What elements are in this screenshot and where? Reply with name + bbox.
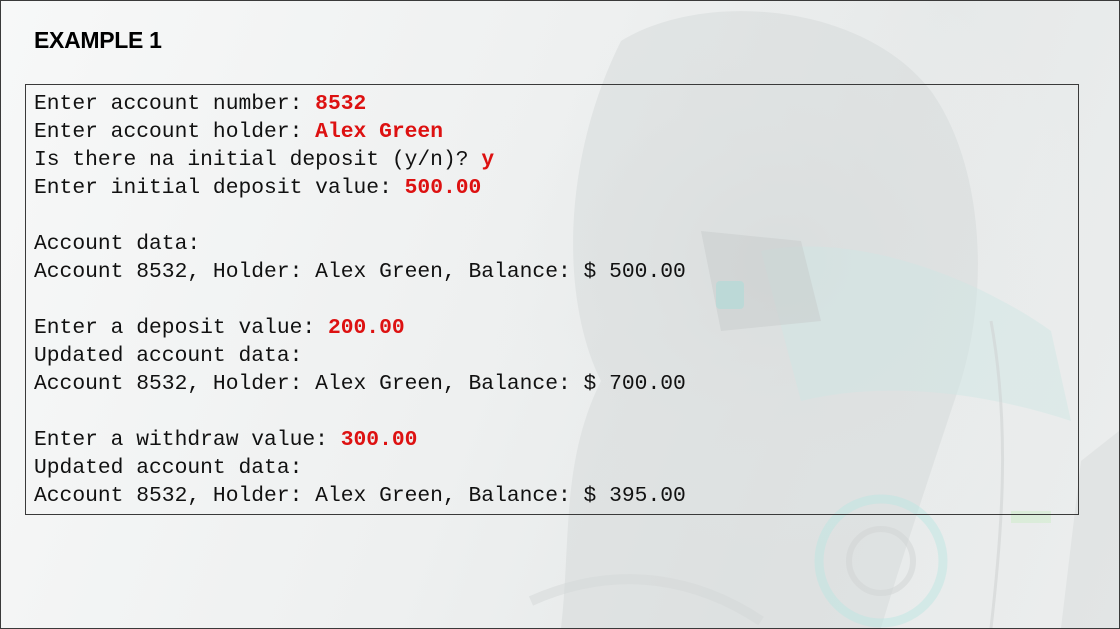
prompt-text: Account 8532, Holder: Alex Green, Balanc… — [34, 484, 686, 508]
prompt-text: Updated account data: — [34, 344, 303, 368]
prompt-text: Enter a deposit value: — [34, 316, 328, 340]
slide: EXAMPLE 1 Enter account number: 8532 Ent… — [0, 0, 1120, 629]
prompt-text: Account 8532, Holder: Alex Green, Balanc… — [34, 372, 686, 396]
user-input-text: y — [481, 148, 495, 172]
user-input-text: Alex Green — [315, 120, 443, 144]
console-line: Enter a withdraw value: 300.00 — [34, 426, 1078, 454]
console-line: Enter initial deposit value: 500.00 — [34, 174, 1078, 202]
prompt-text: Account data: — [34, 232, 201, 256]
console-line: Enter account number: 8532 — [34, 90, 1078, 118]
console-line: Enter a deposit value: 200.00 — [34, 314, 1078, 342]
prompt-text: Is there na initial deposit (y/n)? — [34, 148, 482, 172]
prompt-text: Enter account number: — [34, 92, 316, 116]
prompt-text: Enter a withdraw value: — [34, 428, 341, 452]
console-line: Account 8532, Holder: Alex Green, Balanc… — [34, 482, 1078, 510]
prompt-text: Enter initial deposit value: — [34, 176, 405, 200]
console-line: Enter account holder: Alex Green — [34, 118, 1078, 146]
console-line: Account 8532, Holder: Alex Green, Balanc… — [34, 258, 1078, 286]
prompt-text: Updated account data: — [34, 456, 303, 480]
user-input-text: 8532 — [315, 92, 367, 116]
console-line: Updated account data: — [34, 454, 1078, 482]
prompt-text: Enter account holder: — [34, 120, 316, 144]
console-line: Is there na initial deposit (y/n)? y — [34, 146, 1078, 174]
console-line: Account data: — [34, 230, 1078, 258]
console-line: Account 8532, Holder: Alex Green, Balanc… — [34, 370, 1078, 398]
user-input-text: 300.00 — [340, 428, 418, 452]
user-input-text: 500.00 — [404, 176, 482, 200]
page-title: EXAMPLE 1 — [34, 27, 162, 53]
user-input-text: 200.00 — [327, 316, 405, 340]
console-line: Updated account data: — [34, 342, 1078, 370]
prompt-text: Account 8532, Holder: Alex Green, Balanc… — [34, 260, 686, 284]
console-output: Enter account number: 8532 Enter account… — [25, 84, 1079, 515]
